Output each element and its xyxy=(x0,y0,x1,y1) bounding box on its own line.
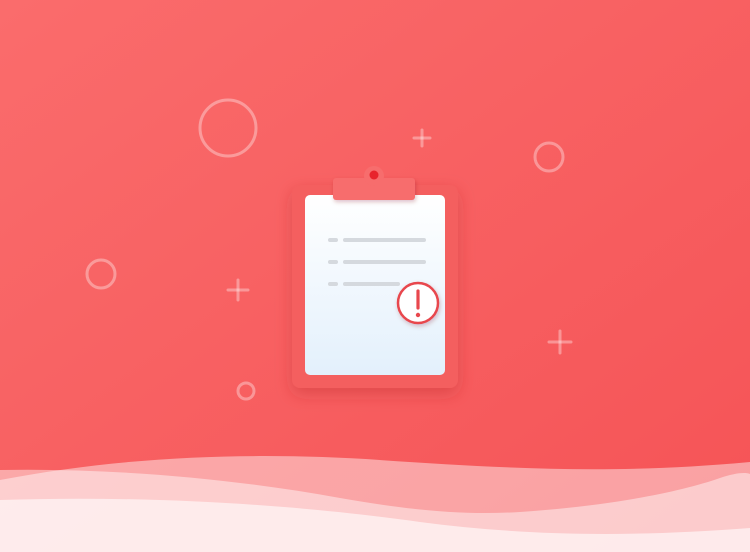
illustration-canvas xyxy=(0,0,750,552)
empty-state-illustration xyxy=(0,0,750,552)
bottom-waves xyxy=(0,456,750,552)
warning-icon xyxy=(396,281,440,325)
clipboard-icon xyxy=(292,166,458,388)
clip-dot xyxy=(369,170,379,180)
